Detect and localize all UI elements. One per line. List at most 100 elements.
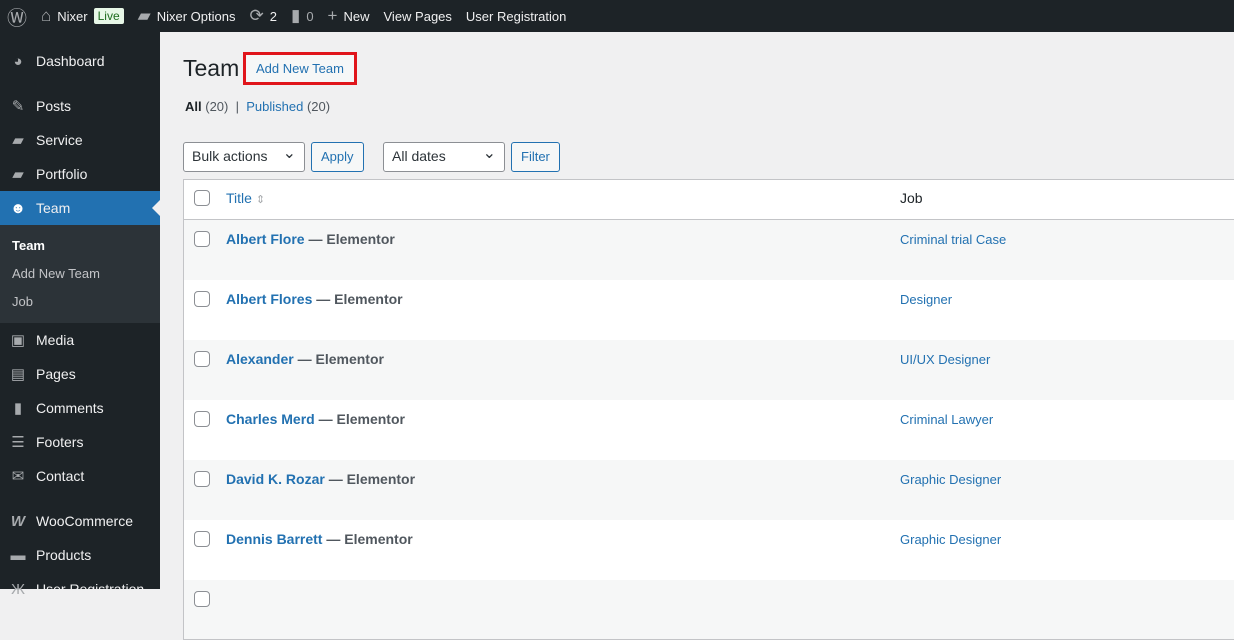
sidebar-item-woocommerce[interactable]: W WooCommerce: [0, 504, 160, 538]
sidebar-item-products[interactable]: ▬ Products: [0, 538, 160, 572]
row-checkbox[interactable]: [194, 231, 210, 247]
comments-count: 0: [306, 9, 313, 24]
sidebar-label: Dashboard: [36, 53, 105, 69]
row-title-link[interactable]: Alexander: [226, 351, 294, 367]
table-row: Charles Merd — Elementor Criminal Lawyer: [184, 400, 1234, 460]
submenu-job[interactable]: Job: [0, 288, 160, 316]
bulk-actions-select[interactable]: Bulk actions: [183, 142, 305, 172]
table-header: Title ⇕ Job: [184, 180, 1234, 220]
row-state: — Elementor: [319, 411, 405, 427]
wp-logo-menu[interactable]: Ⓦ: [0, 0, 34, 32]
mail-icon: ✉: [8, 467, 28, 485]
pin-icon: ✎: [8, 97, 28, 115]
folder-icon: ▰: [8, 131, 28, 149]
filter-button[interactable]: Filter: [511, 142, 560, 172]
row-job-link[interactable]: Criminal trial Case: [900, 232, 1006, 247]
sidebar-label: Team: [36, 200, 70, 216]
submenu-team[interactable]: Team: [0, 232, 160, 260]
sidebar-item-media[interactable]: ▣ Media: [0, 323, 160, 357]
wordpress-icon: Ⓦ: [7, 2, 27, 31]
row-checkbox[interactable]: [194, 531, 210, 547]
media-icon: ▣: [8, 331, 28, 349]
table-row: Albert Flores — Elementor Designer: [184, 280, 1234, 340]
row-checkbox[interactable]: [194, 591, 210, 607]
select-all-checkbox[interactable]: [194, 190, 210, 206]
row-title-link[interactable]: Albert Flore: [226, 231, 305, 247]
row-job-link[interactable]: Criminal Lawyer: [900, 412, 993, 427]
sidebar-item-pages[interactable]: ▤ Pages: [0, 357, 160, 391]
team-submenu: Team Add New Team Job: [0, 225, 160, 323]
user-registration-link[interactable]: User Registration: [459, 0, 573, 32]
row-checkbox[interactable]: [194, 351, 210, 367]
updates-count: 2: [270, 9, 277, 24]
sidebar-item-service[interactable]: ▰ Service: [0, 123, 160, 157]
sidebar-item-dashboard[interactable]: ◕ Dashboard: [0, 44, 160, 78]
sidebar-label: Pages: [36, 366, 76, 382]
filter-all-count: (20): [205, 99, 228, 114]
row-title-link[interactable]: Dennis Barrett: [226, 531, 322, 547]
row-state: — Elementor: [329, 471, 415, 487]
row-job-link[interactable]: UI/UX Designer: [900, 352, 990, 367]
submenu-add-new-team[interactable]: Add New Team: [0, 260, 160, 288]
home-icon: ⌂: [41, 6, 51, 26]
row-checkbox[interactable]: [194, 291, 210, 307]
view-pages-link[interactable]: View Pages: [377, 0, 459, 32]
filter-published-count: (20): [307, 99, 330, 114]
row-title-link[interactable]: Albert Flores: [226, 291, 312, 307]
filter-published[interactable]: Published (20): [246, 99, 330, 114]
sidebar-label: Portfolio: [36, 166, 87, 182]
filter-all-label: All: [185, 99, 202, 114]
dates-select[interactable]: All dates: [383, 142, 505, 172]
sidebar-item-comments[interactable]: ▮Comments: [0, 391, 160, 425]
new-content-menu[interactable]: +New: [321, 0, 377, 32]
apply-button[interactable]: Apply: [311, 142, 364, 172]
comments-menu[interactable]: ▮0: [284, 0, 321, 32]
sidebar-label: Products: [36, 547, 91, 563]
updates-icon: ⟳: [249, 6, 263, 26]
user-reg-icon: Ж: [8, 581, 28, 598]
filter-published-label: Published: [246, 99, 303, 114]
row-job-link[interactable]: Designer: [900, 292, 952, 307]
row-checkbox[interactable]: [194, 411, 210, 427]
sidebar-item-user-registration[interactable]: Ж User Registration: [0, 572, 160, 606]
site-name: Nixer: [57, 9, 87, 24]
sidebar-label: Service: [36, 132, 83, 148]
row-job-link[interactable]: Graphic Designer: [900, 472, 1001, 487]
sidebar-label: WooCommerce: [36, 513, 133, 529]
row-state: — Elementor: [308, 231, 394, 247]
row-job-link[interactable]: Graphic Designer: [900, 532, 1001, 547]
row-title-link[interactable]: David K. Rozar: [226, 471, 325, 487]
sidebar-label: User Registration: [36, 581, 144, 597]
dashboard-icon: ◕: [8, 53, 28, 70]
admin-sidebar: ◕ Dashboard ✎Posts ▰ Service ▰ Portfolio ☻ T…: [0, 32, 160, 589]
archive-icon: ▬: [8, 547, 28, 564]
plus-icon: +: [328, 6, 338, 26]
woo-icon: W: [8, 513, 28, 530]
job-header: Job: [892, 180, 1234, 220]
updates-menu[interactable]: ⟳2: [242, 0, 283, 32]
site-name-menu[interactable]: ⌂ Nixer Live: [34, 0, 131, 32]
live-badge: Live: [94, 8, 124, 24]
title-column-sort[interactable]: Title ⇕: [218, 180, 892, 220]
pages-icon: ▤: [8, 365, 28, 383]
sidebar-item-posts[interactable]: ✎Posts: [0, 89, 160, 123]
groups-icon: ☻: [8, 200, 28, 217]
sidebar-item-portfolio[interactable]: ▰ Portfolio: [0, 157, 160, 191]
sidebar-label: Comments: [36, 400, 104, 416]
sidebar-item-footers[interactable]: ☰Footers: [0, 425, 160, 459]
sidebar-item-contact[interactable]: ✉Contact: [0, 459, 160, 493]
nixer-options-label: Nixer Options: [157, 9, 236, 24]
page-title: Team: [183, 55, 239, 82]
sidebar-item-team[interactable]: ☻ Team: [0, 191, 160, 225]
nixer-options-menu[interactable]: ▰Nixer Options: [131, 0, 243, 32]
folder-icon: ▰: [8, 165, 28, 183]
table-row: David K. Rozar — Elementor Graphic Desig…: [184, 460, 1234, 520]
row-title-link[interactable]: Charles Merd: [226, 411, 315, 427]
table-row: Alexander — Elementor UI/UX Designer: [184, 340, 1234, 400]
sidebar-label: Footers: [36, 434, 83, 450]
sidebar-label: Media: [36, 332, 74, 348]
row-checkbox[interactable]: [194, 471, 210, 487]
sort-icon: ⇕: [256, 194, 265, 206]
add-new-team-button[interactable]: Add New Team: [243, 52, 357, 85]
filter-all[interactable]: All (20): [185, 99, 228, 114]
